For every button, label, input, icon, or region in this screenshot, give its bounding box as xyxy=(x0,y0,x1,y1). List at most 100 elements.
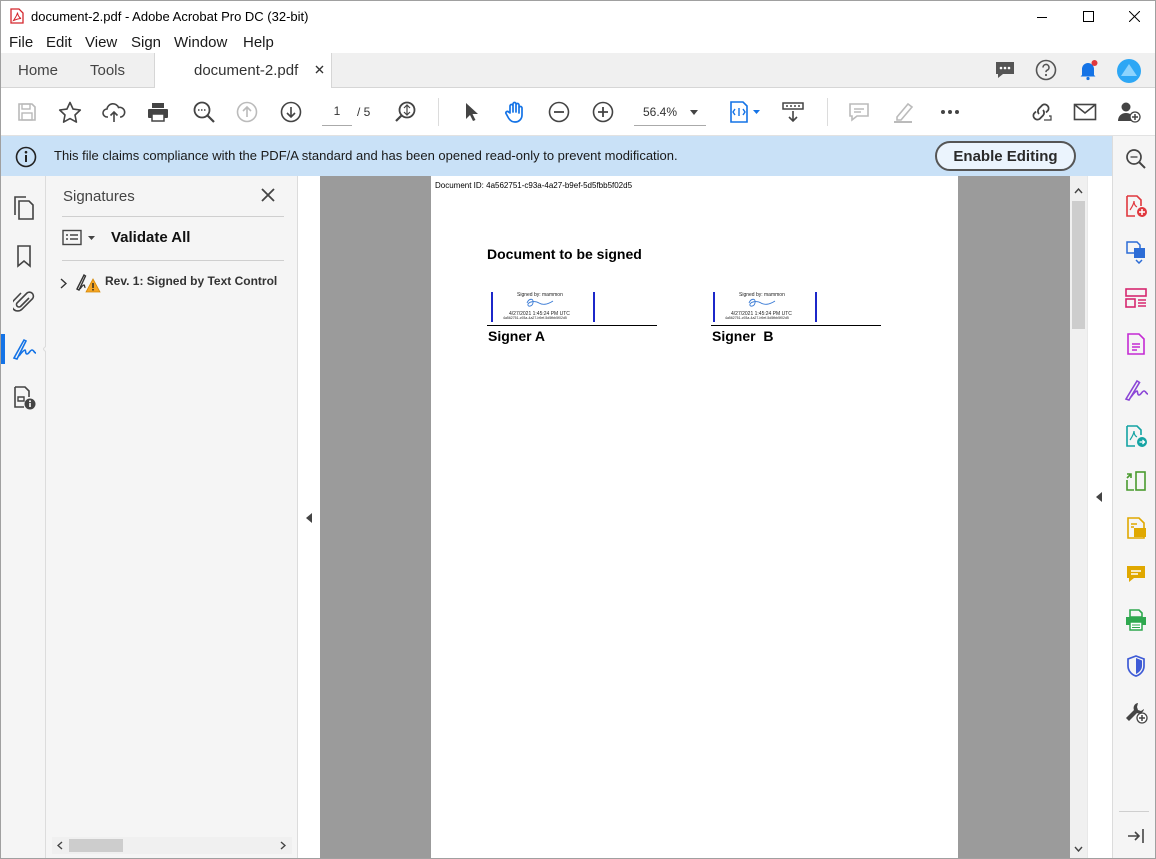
close-panel-icon[interactable] xyxy=(261,188,275,202)
protect-shield-icon[interactable] xyxy=(1121,651,1151,681)
add-user-icon[interactable] xyxy=(1115,98,1143,126)
close-window-button[interactable] xyxy=(1111,1,1155,32)
document-info-icon[interactable] xyxy=(9,383,39,413)
window-title: document-2.pdf - Adobe Acrobat Pro DC (3… xyxy=(31,9,309,24)
print-icon[interactable] xyxy=(144,98,172,126)
tab-bar: Home Tools document-2.pdf xyxy=(1,53,1155,88)
signature-field-b[interactable]: Signed by: mammon 4/27/2021 1:45:24 PM U… xyxy=(711,291,881,351)
previous-page-icon[interactable] xyxy=(233,98,261,126)
maximize-button[interactable] xyxy=(1065,1,1111,32)
chevron-right-icon[interactable] xyxy=(60,278,67,289)
menu-sign[interactable]: Sign xyxy=(131,34,161,51)
comment-document-icon[interactable] xyxy=(1121,513,1151,543)
scroll-down-arrow-icon[interactable] xyxy=(1074,846,1083,852)
select-cursor-icon[interactable] xyxy=(457,98,485,126)
tab-document-label: document-2.pdf xyxy=(194,62,299,79)
signature-revision-item[interactable]: Rev. 1: Signed by Text Control xyxy=(60,273,290,295)
scroll-up-arrow-icon[interactable] xyxy=(1074,188,1083,194)
signer-a-label: Signer A xyxy=(488,328,546,344)
menu-window[interactable]: Window xyxy=(174,34,227,51)
comment-bubble-icon[interactable] xyxy=(994,60,1016,80)
title-bar: document-2.pdf - Adobe Acrobat Pro DC (3… xyxy=(1,1,1155,32)
page-number-input[interactable]: 1 xyxy=(322,100,352,126)
validate-all-button[interactable]: Validate All xyxy=(111,229,190,246)
tab-tools[interactable]: Tools xyxy=(90,62,125,79)
zoom-in-icon[interactable] xyxy=(589,98,617,126)
page-total: / 5 xyxy=(357,105,371,119)
close-tab-icon[interactable] xyxy=(315,65,324,74)
highlight-pen-icon[interactable] xyxy=(889,98,917,126)
scrolling-mode-icon[interactable] xyxy=(779,98,807,126)
signature-warning-icon xyxy=(75,273,101,293)
combine-files-icon[interactable] xyxy=(1121,237,1151,267)
menu-view[interactable]: View xyxy=(85,34,117,51)
menu-bar: File Edit View Sign Window Help xyxy=(1,32,1155,53)
panel-divider xyxy=(62,216,284,217)
attachments-icon[interactable] xyxy=(9,287,39,317)
main-toolbar: 1 / 5 56.4% xyxy=(1,88,1155,136)
star-bookmark-icon[interactable] xyxy=(56,98,84,126)
document-id: Document ID: 4a562751-c93a-4a27-b9ef-5d5… xyxy=(435,181,633,190)
scroll-right-arrow-icon[interactable] xyxy=(280,841,286,850)
panel-horizontal-scrollbar[interactable] xyxy=(52,837,292,854)
signature-line xyxy=(487,325,657,326)
hand-tool-icon[interactable] xyxy=(501,98,529,126)
account-avatar[interactable] xyxy=(1116,58,1142,84)
organize-pages-icon[interactable] xyxy=(1121,283,1151,313)
help-icon[interactable] xyxy=(1035,59,1057,81)
page-thumbnails-icon[interactable] xyxy=(9,193,39,223)
active-rail-indicator xyxy=(1,334,5,364)
collapse-rail-icon[interactable] xyxy=(1121,821,1151,851)
signature-bar xyxy=(491,292,493,322)
signature-bar xyxy=(713,292,715,322)
search-tools-icon[interactable] xyxy=(1121,144,1151,174)
scroll-thumb[interactable] xyxy=(69,839,123,852)
create-pdf-icon[interactable] xyxy=(1121,191,1151,221)
scroll-left-arrow-icon[interactable] xyxy=(57,841,63,850)
options-menu-icon[interactable] xyxy=(62,229,98,247)
edit-pdf-icon[interactable] xyxy=(1121,329,1151,359)
left-navigation-rail xyxy=(1,176,51,858)
scroll-thumb[interactable] xyxy=(1072,201,1085,329)
pdfa-info-banner: This file claims compliance with the PDF… xyxy=(1,136,1112,176)
left-collapse-strip xyxy=(298,176,320,858)
save-icon[interactable] xyxy=(13,98,41,126)
expand-right-pane-arrow-icon[interactable] xyxy=(1096,492,1102,502)
menu-edit[interactable]: Edit xyxy=(46,34,72,51)
menu-help[interactable]: Help xyxy=(243,34,274,51)
tab-document[interactable]: document-2.pdf xyxy=(154,53,332,88)
bookmarks-icon[interactable] xyxy=(9,241,39,271)
comment-icon[interactable] xyxy=(1121,559,1151,589)
more-tools-wrench-icon[interactable] xyxy=(1121,697,1151,727)
more-tools-icon[interactable] xyxy=(936,98,964,126)
signature-bar xyxy=(815,292,817,322)
signature-field-a[interactable]: Signed by: mammon 4/27/2021 1:45:24 PM U… xyxy=(487,291,657,351)
collapse-left-arrow-icon[interactable] xyxy=(306,513,312,523)
enable-editing-button[interactable]: Enable Editing xyxy=(935,141,1076,171)
signature-bar xyxy=(593,292,595,322)
find-text-icon[interactable] xyxy=(392,98,420,126)
signature-revision-label: Rev. 1: Signed by Text Control xyxy=(105,274,278,288)
add-comment-icon[interactable] xyxy=(845,98,873,126)
send-for-signature-icon[interactable] xyxy=(1121,421,1151,451)
document-vertical-scrollbar[interactable] xyxy=(1070,176,1087,858)
fit-page-icon[interactable] xyxy=(725,98,763,126)
next-page-icon[interactable] xyxy=(277,98,305,126)
search-icon[interactable] xyxy=(190,98,218,126)
scan-print-icon[interactable] xyxy=(1121,605,1151,635)
pdf-file-icon xyxy=(10,8,24,24)
tab-home[interactable]: Home xyxy=(18,62,58,79)
signature-panel-icon[interactable] xyxy=(9,334,39,364)
export-pdf-icon[interactable] xyxy=(1121,467,1151,497)
share-link-icon[interactable] xyxy=(1027,98,1055,126)
page-background xyxy=(320,176,431,858)
cloud-upload-icon[interactable] xyxy=(100,98,128,126)
email-icon[interactable] xyxy=(1071,98,1099,126)
fill-sign-icon[interactable] xyxy=(1121,375,1151,405)
minimize-button[interactable] xyxy=(1019,1,1065,32)
zoom-dropdown[interactable]: 56.4% xyxy=(634,100,706,126)
menu-file[interactable]: File xyxy=(9,34,33,51)
panel-divider xyxy=(62,260,284,261)
notification-bell-icon[interactable] xyxy=(1077,59,1099,81)
zoom-out-icon[interactable] xyxy=(545,98,573,126)
